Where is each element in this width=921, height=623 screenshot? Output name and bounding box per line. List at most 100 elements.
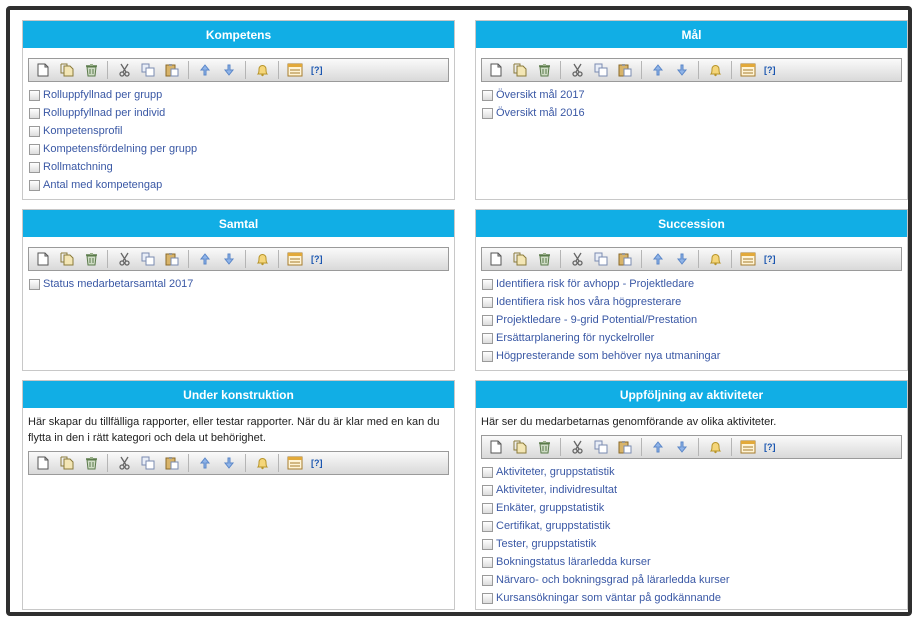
paste-icon[interactable] — [164, 455, 180, 471]
report-item[interactable]: Kursansökningar som väntar på godkännand… — [481, 589, 902, 607]
report-item[interactable]: Rolluppfyllnad per individ — [28, 104, 449, 122]
paste-icon[interactable] — [617, 439, 633, 455]
report-checkbox[interactable] — [29, 161, 40, 173]
report-link[interactable]: Kursansökningar som väntar på godkännand… — [496, 592, 721, 604]
new-document-icon[interactable] — [35, 251, 51, 267]
report-item[interactable]: Översikt mål 2016 — [481, 104, 902, 122]
copy-icon[interactable] — [140, 251, 156, 267]
report-item[interactable]: Bokningstatus lärarledda kurser — [481, 553, 902, 571]
report-item[interactable]: Närvaro- och bokningsgrad på lärarledda … — [481, 571, 902, 589]
report-link[interactable]: Rolluppfyllnad per individ — [43, 107, 165, 119]
paste-icon[interactable] — [164, 251, 180, 267]
report-settings-icon[interactable] — [287, 251, 303, 267]
copy-icon[interactable] — [593, 62, 609, 78]
report-item[interactable]: Projektledare - 9-grid Potential/Prestat… — [481, 311, 902, 329]
arrow-up-icon[interactable] — [197, 251, 213, 267]
trash-icon[interactable] — [536, 62, 552, 78]
report-checkbox[interactable] — [482, 332, 493, 344]
bell-icon[interactable] — [707, 62, 723, 78]
report-link[interactable]: Högpresterande som behöver nya utmaninga… — [496, 350, 720, 362]
trash-icon[interactable] — [83, 251, 99, 267]
report-settings-icon[interactable] — [740, 439, 756, 455]
trash-icon[interactable] — [536, 439, 552, 455]
cut-icon[interactable] — [569, 251, 585, 267]
report-item[interactable]: Tester, gruppstatistik — [481, 535, 902, 553]
copy-icon[interactable] — [593, 439, 609, 455]
report-link[interactable]: Översikt mål 2016 — [496, 107, 585, 119]
report-settings-icon[interactable] — [287, 455, 303, 471]
report-item[interactable]: Enkäter, gruppstatistik — [481, 499, 902, 517]
help-button[interactable]: [?] — [764, 254, 776, 264]
report-checkbox[interactable] — [482, 89, 493, 101]
report-checkbox[interactable] — [29, 107, 40, 119]
help-button[interactable]: [?] — [311, 458, 323, 468]
paste-icon[interactable] — [164, 62, 180, 78]
report-checkbox[interactable] — [482, 484, 493, 496]
paste-icon[interactable] — [617, 62, 633, 78]
report-settings-icon[interactable] — [287, 62, 303, 78]
report-link[interactable]: Identifiera risk hos våra högpresterare — [496, 296, 681, 308]
report-link[interactable]: Ersättarplanering för nyckelroller — [496, 332, 654, 344]
trash-icon[interactable] — [83, 455, 99, 471]
report-link[interactable]: Översikt mål 2017 — [496, 89, 585, 101]
arrow-down-icon[interactable] — [221, 455, 237, 471]
bell-icon[interactable] — [707, 439, 723, 455]
cut-icon[interactable] — [116, 251, 132, 267]
report-link[interactable]: Aktiviteter, individresultat — [496, 484, 617, 496]
report-checkbox[interactable] — [482, 296, 493, 308]
report-checkbox[interactable] — [482, 466, 493, 478]
arrow-down-icon[interactable] — [674, 439, 690, 455]
arrow-down-icon[interactable] — [221, 62, 237, 78]
report-item[interactable]: Status medarbetarsamtal 2017 — [28, 275, 449, 293]
help-button[interactable]: [?] — [764, 65, 776, 75]
report-item[interactable]: Rollmatchning — [28, 158, 449, 176]
copy-icon[interactable] — [140, 455, 156, 471]
report-checkbox[interactable] — [482, 520, 493, 532]
copy-document-icon[interactable] — [512, 251, 528, 267]
copy-document-icon[interactable] — [59, 251, 75, 267]
new-document-icon[interactable] — [488, 62, 504, 78]
bell-icon[interactable] — [254, 455, 270, 471]
report-item[interactable]: Ersättarplanering för nyckelroller — [481, 329, 902, 347]
report-checkbox[interactable] — [482, 314, 493, 326]
report-settings-icon[interactable] — [740, 62, 756, 78]
help-button[interactable]: [?] — [764, 442, 776, 452]
report-item[interactable]: Kompetensprofil — [28, 122, 449, 140]
report-checkbox[interactable] — [482, 107, 493, 119]
cut-icon[interactable] — [569, 439, 585, 455]
cut-icon[interactable] — [116, 455, 132, 471]
report-item[interactable]: Aktiviteter, individresultat — [481, 481, 902, 499]
new-document-icon[interactable] — [35, 455, 51, 471]
cut-icon[interactable] — [569, 62, 585, 78]
arrow-down-icon[interactable] — [674, 251, 690, 267]
report-link[interactable]: Bokningstatus lärarledda kurser — [496, 556, 651, 568]
arrow-up-icon[interactable] — [197, 62, 213, 78]
trash-icon[interactable] — [83, 62, 99, 78]
report-checkbox[interactable] — [29, 179, 40, 191]
report-checkbox[interactable] — [482, 350, 493, 362]
report-link[interactable]: Identifiera risk för avhopp - Projektled… — [496, 278, 694, 290]
report-settings-icon[interactable] — [740, 251, 756, 267]
report-item[interactable]: Högpresterande som behöver nya utmaninga… — [481, 347, 902, 365]
report-link[interactable]: Rolluppfyllnad per grupp — [43, 89, 162, 101]
copy-icon[interactable] — [140, 62, 156, 78]
report-link[interactable]: Närvaro- och bokningsgrad på lärarledda … — [496, 574, 730, 586]
arrow-up-icon[interactable] — [197, 455, 213, 471]
bell-icon[interactable] — [254, 251, 270, 267]
report-checkbox[interactable] — [482, 592, 493, 604]
arrow-down-icon[interactable] — [674, 62, 690, 78]
report-item[interactable]: Identifiera risk hos våra högpresterare — [481, 293, 902, 311]
help-button[interactable]: [?] — [311, 65, 323, 75]
report-checkbox[interactable] — [482, 278, 493, 290]
bell-icon[interactable] — [254, 62, 270, 78]
report-link[interactable]: Antal med kompetengap — [43, 179, 162, 191]
report-checkbox[interactable] — [482, 556, 493, 568]
report-item[interactable]: Aktiviteter, gruppstatistik — [481, 463, 902, 481]
report-link[interactable]: Tester, gruppstatistik — [496, 538, 596, 550]
report-link[interactable]: Kompetensprofil — [43, 125, 123, 137]
copy-document-icon[interactable] — [512, 62, 528, 78]
report-link[interactable]: Projektledare - 9-grid Potential/Prestat… — [496, 314, 697, 326]
report-checkbox[interactable] — [482, 502, 493, 514]
report-checkbox[interactable] — [29, 125, 40, 137]
report-item[interactable]: Antal med kompetengap — [28, 176, 449, 194]
